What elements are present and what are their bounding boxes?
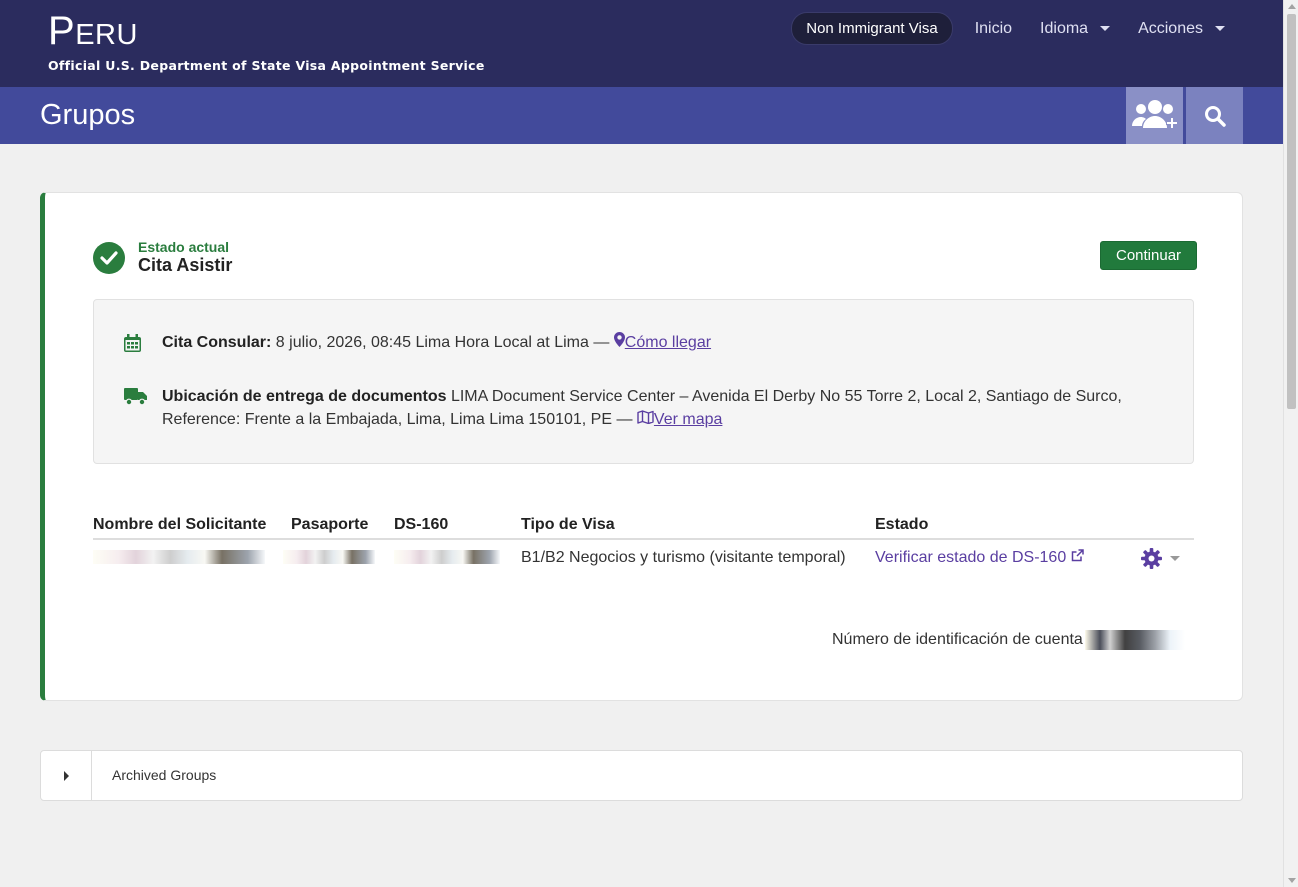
verify-ds160-link[interactable]: Verificar estado de DS-160 bbox=[875, 549, 1084, 567]
brand-subtitle: Official U.S. Department of State Visa A… bbox=[48, 58, 485, 73]
scroll-thumb[interactable] bbox=[1287, 14, 1296, 409]
brand-country: PERU bbox=[48, 10, 485, 56]
nav-actions-label: Acciones bbox=[1138, 19, 1203, 37]
status-value: Cita Asistir bbox=[138, 255, 233, 275]
scroll-down-arrow-icon[interactable] bbox=[1288, 878, 1296, 883]
directions-link-label: Cómo llegar bbox=[624, 334, 712, 351]
search-icon bbox=[1204, 105, 1226, 127]
search-button[interactable] bbox=[1186, 87, 1243, 144]
chevron-down-icon bbox=[1170, 556, 1180, 561]
scroll-up-arrow-icon[interactable] bbox=[1288, 4, 1296, 9]
nav-home-label: Inicio bbox=[974, 19, 1013, 37]
truck-icon bbox=[124, 388, 147, 406]
col-name: Nombre del Solicitante bbox=[93, 516, 267, 533]
appointment-info: Cita Consular: 8 julio, 2026, 08:45 Lima… bbox=[93, 299, 1194, 464]
map-link[interactable]: Ver mapa bbox=[637, 410, 723, 428]
col-ds160: DS-160 bbox=[394, 516, 449, 533]
check-circle-icon bbox=[93, 241, 125, 274]
map-link-label: Ver mapa bbox=[653, 411, 723, 428]
nav-actions-dropdown[interactable]: Acciones bbox=[1138, 14, 1225, 44]
map-marker-icon bbox=[613, 332, 625, 347]
document-delivery: Ubicación de entrega de documentos LIMA … bbox=[124, 385, 1164, 431]
brand[interactable]: PERU Official U.S. Department of State V… bbox=[48, 10, 485, 73]
col-visa-type: Tipo de Visa bbox=[521, 516, 615, 533]
verify-ds160-label: Verificar estado de DS-160 bbox=[875, 549, 1067, 566]
applicant-name-redacted bbox=[93, 550, 265, 564]
account-id-redacted bbox=[1084, 630, 1185, 650]
archived-groups-toggle[interactable] bbox=[41, 751, 92, 800]
current-status: Estado actual Cita Asistir bbox=[93, 240, 232, 275]
visa-type-badge[interactable]: Non Immigrant Visa bbox=[791, 12, 953, 45]
map-icon bbox=[637, 410, 654, 425]
nav-language-label: Idioma bbox=[1040, 19, 1089, 37]
archived-groups-label: Archived Groups bbox=[112, 767, 217, 783]
ds160-redacted bbox=[394, 550, 500, 564]
consular-value: 8 julio, 2026, 08:45 Lima Hora Local at … bbox=[275, 334, 610, 351]
page-title: Grupos bbox=[40, 99, 136, 131]
caret-right-icon bbox=[63, 770, 69, 781]
page-header: Grupos bbox=[0, 87, 1283, 144]
consular-appointment: Cita Consular: 8 julio, 2026, 08:45 Lima… bbox=[124, 331, 711, 359]
consular-label: Cita Consular: bbox=[162, 334, 272, 351]
directions-link[interactable]: Cómo llegar bbox=[613, 332, 712, 351]
table-header: Nombre del Solicitante Pasaporte DS-160 … bbox=[93, 514, 1194, 540]
col-passport: Pasaporte bbox=[291, 516, 369, 533]
calendar-icon bbox=[124, 334, 141, 352]
top-header: PERU Official U.S. Department of State V… bbox=[0, 0, 1283, 87]
archived-groups-panel: Archived Groups bbox=[40, 750, 1243, 801]
account-id: Número de identificación de cuenta bbox=[832, 630, 1185, 650]
add-group-button[interactable] bbox=[1126, 87, 1183, 144]
applicants-table: Nombre del Solicitante Pasaporte DS-160 … bbox=[93, 514, 1194, 578]
visa-type-cell: B1/B2 Negocios y turismo (visitante temp… bbox=[521, 549, 846, 566]
brand-country-rest: ERU bbox=[75, 19, 138, 51]
main-nav: Non Immigrant Visa Inicio Idioma Accione… bbox=[791, 12, 1225, 45]
brand-country-text: PERU bbox=[48, 9, 138, 53]
page-scrollbar[interactable] bbox=[1283, 0, 1298, 887]
account-id-label: Número de identificación de cuenta bbox=[832, 631, 1083, 648]
nav-home[interactable]: Inicio bbox=[975, 14, 1012, 44]
group-card: Estado actual Cita Asistir Continuar Cit… bbox=[40, 192, 1243, 701]
nav-language-dropdown[interactable]: Idioma bbox=[1040, 14, 1111, 44]
status-label: Estado actual bbox=[138, 239, 230, 255]
gear-icon bbox=[1141, 548, 1162, 569]
group-add-icon bbox=[1131, 99, 1178, 129]
continue-button[interactable]: Continuar bbox=[1100, 241, 1198, 270]
external-link-icon bbox=[1071, 549, 1084, 562]
caret-down-icon bbox=[1215, 26, 1225, 31]
passport-redacted bbox=[283, 550, 375, 564]
delivery-label: Ubicación de entrega de documentos bbox=[162, 388, 447, 405]
caret-down-icon bbox=[1100, 26, 1111, 31]
col-status: Estado bbox=[875, 516, 929, 533]
table-row: B1/B2 Negocios y turismo (visitante temp… bbox=[93, 540, 1194, 578]
row-actions-menu[interactable] bbox=[1141, 548, 1180, 569]
